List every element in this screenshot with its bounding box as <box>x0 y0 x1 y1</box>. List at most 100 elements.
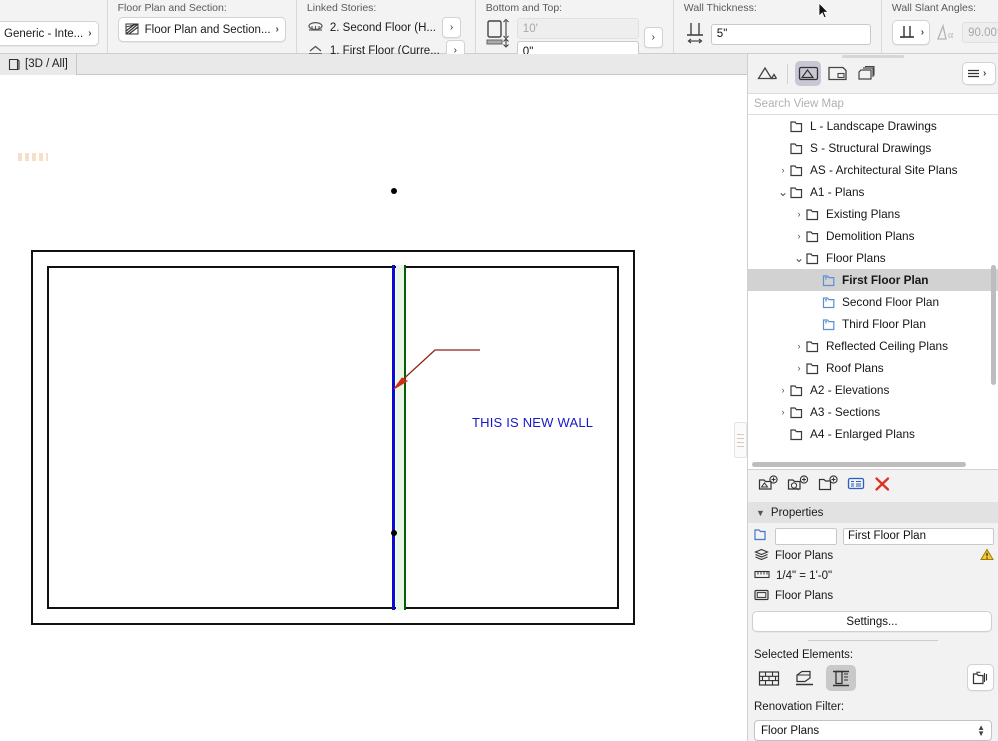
chevron-right-icon[interactable]: › <box>792 341 806 351</box>
tree-item-s-structural-drawings[interactable]: S - Structural Drawings <box>748 137 998 159</box>
tree-vertical-scrollbar[interactable] <box>991 265 996 385</box>
toolbar-separator <box>787 63 788 84</box>
scale-value: 1/4" = 1'-0" <box>776 570 833 582</box>
wall-node-bottom[interactable] <box>391 530 397 536</box>
delete-button[interactable] <box>874 476 891 497</box>
floor-plan-section-label: Floor Plan and Section: <box>117 2 227 14</box>
link-stories-icon <box>307 21 324 34</box>
save-view-button[interactable] <box>758 474 778 498</box>
chevron-right-icon[interactable]: › <box>792 209 806 219</box>
view-id-field[interactable] <box>775 527 837 545</box>
redefine-view-button[interactable] <box>787 474 809 498</box>
linked-story-top-label: 2. Second Floor (H... <box>329 21 436 34</box>
wall-node-top[interactable] <box>391 188 397 194</box>
properties-header[interactable]: ▼ Properties <box>748 502 998 523</box>
toolbar-group-linked-stories: Linked Stories: 2. Second Floor (H... › … <box>297 0 476 61</box>
wall-tool-icon[interactable] <box>754 665 784 691</box>
chevron-right-icon: › <box>275 24 279 35</box>
properties-title: Properties <box>770 506 824 519</box>
publisher-sets-icon[interactable] <box>853 61 879 86</box>
layer-combination-row[interactable]: Floor Plans <box>748 546 998 566</box>
view-name-field[interactable]: First Floor Plan <box>843 527 994 545</box>
slab-tool-icon[interactable] <box>790 665 820 691</box>
model-view-options-row[interactable]: Floor Plans <box>748 586 998 606</box>
wall-slant-label: Wall Slant Angles: <box>891 2 977 14</box>
chevron-right-icon[interactable]: › <box>792 231 806 241</box>
properties-divider <box>808 640 938 641</box>
wall-slant-type-button[interactable]: › <box>891 20 931 45</box>
chevron-right-icon[interactable]: › <box>776 165 790 175</box>
tree-item-label: A1 - Plans <box>810 185 865 199</box>
view-settings-button[interactable] <box>847 476 865 496</box>
renovation-filter-select[interactable]: Floor Plans ▲ ▼ <box>754 720 992 741</box>
cube-icon <box>8 58 20 71</box>
chevron-right-icon[interactable]: › <box>792 363 806 373</box>
toolbar-group-wall-slant: Wall Slant Angles: › α 90.00° <box>882 0 998 53</box>
tree-item-label: Existing Plans <box>826 207 901 221</box>
tree-item-roof-plans[interactable]: › Roof Plans <box>748 357 998 379</box>
tree-item-label: S - Structural Drawings <box>810 141 932 155</box>
properties-action-bar <box>748 470 998 502</box>
tree-item-reflected-ceiling-plans[interactable]: › Reflected Ceiling Plans <box>748 335 998 357</box>
new-folder-button[interactable] <box>818 474 838 498</box>
renovation-filter-value: Floor Plans <box>761 724 820 737</box>
warning-icon[interactable] <box>980 548 994 564</box>
layout-book-icon[interactable] <box>824 61 850 86</box>
svg-text:α: α <box>948 30 954 41</box>
tree-item-a1-plans[interactable]: ⌄ A1 - Plans <box>748 181 998 203</box>
project-map-icon[interactable] <box>754 61 780 86</box>
linked-story-top-chevron[interactable]: › <box>442 17 461 38</box>
tree-item-third-floor-plan[interactable]: Third Floor Plan <box>748 313 998 335</box>
tree-item-second-floor-plan[interactable]: Second Floor Plan <box>748 291 998 313</box>
chevron-down-icon[interactable]: ⌄ <box>776 186 790 198</box>
tree-horizontal-scrollbar[interactable] <box>752 462 966 467</box>
panel-splitter-handle[interactable] <box>734 422 747 458</box>
chevron-down-icon[interactable]: ⌄ <box>792 252 806 264</box>
tree-item-demolition-plans[interactable]: › Demolition Plans <box>748 225 998 247</box>
floor-plan-section-selector[interactable]: Floor Plan and Section... › <box>117 17 286 42</box>
disclosure-triangle-icon[interactable]: ▼ <box>756 508 765 518</box>
tab-3d-all[interactable]: [3D / All] <box>0 53 77 75</box>
folder-icon <box>790 120 805 133</box>
view-map-tree[interactable]: L - Landscape Drawings S - Structural Dra… <box>748 115 998 470</box>
layers-icon[interactable] <box>967 664 994 691</box>
chevron-right-icon[interactable]: › <box>776 385 790 395</box>
view-folder-icon <box>754 528 769 544</box>
slant-angle-field[interactable]: 90.00° <box>962 22 998 43</box>
tree-item-l-landscape-drawings[interactable]: L - Landscape Drawings <box>748 115 998 137</box>
drawing-canvas[interactable]: THIS IS NEW WALL <box>0 75 748 741</box>
tree-item-floor-plans[interactable]: ⌄ Floor Plans <box>748 247 998 269</box>
annotation-text[interactable]: THIS IS NEW WALL <box>472 415 593 430</box>
tree-item-label: First Floor Plan <box>842 273 929 287</box>
scale-row[interactable]: 1/4" = 1'-0" <box>748 566 998 586</box>
tree-item-label: A3 - Sections <box>810 405 881 419</box>
top-toolbar: Generic - Inte... › Floor Plan and Secti… <box>0 0 998 62</box>
linked-story-top[interactable]: 2. Second Floor (H... › <box>307 17 465 38</box>
top-offset-field[interactable]: 10' <box>516 18 639 39</box>
navigator-menu-button[interactable]: › <box>962 62 996 85</box>
panel-drag-handle[interactable] <box>842 55 904 58</box>
chevron-right-icon[interactable]: › <box>776 407 790 417</box>
material-selector[interactable]: Generic - Inte... › <box>0 21 99 46</box>
folder-icon <box>790 164 805 177</box>
settings-button[interactable]: Settings... <box>752 611 992 632</box>
new-wall-reference-line[interactable] <box>392 265 395 610</box>
tree-item-first-floor-plan[interactable]: First Floor Plan <box>748 269 998 291</box>
search-view-map-input[interactable]: Search View Map <box>748 93 998 115</box>
tree-item-a3-sections[interactable]: › A3 - Sections <box>748 401 998 423</box>
wall-thickness-field[interactable]: 5" <box>710 23 871 45</box>
tree-item-a4-enlarged-plans[interactable]: A4 - Enlarged Plans <box>748 423 998 445</box>
bottom-top-expand-chevron[interactable]: › <box>643 27 663 48</box>
tree-item-existing-plans[interactable]: › Existing Plans <box>748 203 998 225</box>
search-placeholder: Search View Map <box>754 98 844 110</box>
tab-3d-all-label: [3D / All] <box>25 58 68 70</box>
view-map-icon[interactable] <box>795 61 821 86</box>
folder-icon <box>806 362 821 375</box>
bottom-and-top-label: Bottom and Top: <box>485 2 563 14</box>
hatch-icon <box>125 23 140 36</box>
column-tool-icon[interactable] <box>826 665 856 691</box>
tree-item-a2-elevations[interactable]: › A2 - Elevations <box>748 379 998 401</box>
tree-item-label: L - Landscape Drawings <box>810 119 937 133</box>
tree-item-label: AS - Architectural Site Plans <box>810 163 958 177</box>
tree-item-as-architectural-site-plans[interactable]: › AS - Architectural Site Plans <box>748 159 998 181</box>
